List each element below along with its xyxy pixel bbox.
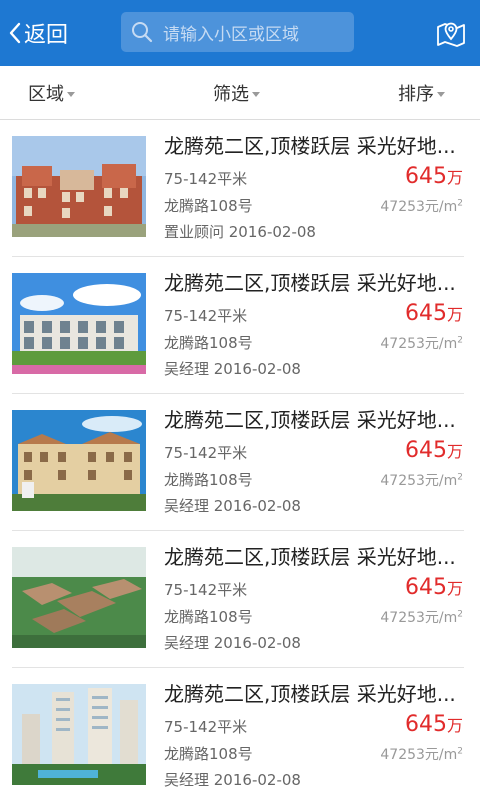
listing-area: 75-142平米 — [164, 170, 248, 188]
listing-address: 龙腾路108号 — [164, 334, 253, 352]
filter-sort-label: 排序 — [398, 83, 434, 105]
top-bar: 返回 请输入小区或区域 — [0, 0, 480, 66]
listing-price: 645万 — [404, 712, 463, 737]
listing-address: 龙腾路108号 — [164, 745, 253, 763]
dropdown-arrow-icon — [252, 91, 260, 97]
filter-sort[interactable]: 排序 — [398, 66, 445, 119]
listing-item[interactable]: 龙腾苑二区,顶楼跃层 采光好地... 75-142平米 龙腾路108号 吴经理 … — [0, 531, 480, 668]
dropdown-arrow-icon — [67, 91, 75, 97]
listing-address: 龙腾路108号 — [164, 608, 253, 626]
listing-area: 75-142平米 — [164, 444, 248, 462]
back-label: 返回 — [24, 23, 69, 48]
listing-agent-date: 吴经理 2016-02-08 — [164, 360, 301, 378]
filter-region[interactable]: 区域 — [28, 66, 75, 119]
listing-price: 645万 — [404, 301, 463, 326]
filter-region-label: 区域 — [28, 83, 64, 105]
filter-screen-label: 筛选 — [213, 83, 249, 105]
property-photo — [12, 684, 146, 785]
map-location-icon[interactable] — [436, 18, 466, 48]
listing-area: 75-142平米 — [164, 718, 248, 736]
filter-bar: 区域 筛选 排序 — [0, 66, 480, 120]
listing-area: 75-142平米 — [164, 307, 248, 325]
listing-unit-price: 47253元/m2 — [380, 198, 463, 215]
property-photo — [12, 410, 146, 511]
listing-unit-price: 47253元/m2 — [380, 609, 463, 626]
back-button[interactable]: 返回 — [8, 16, 68, 50]
search-input[interactable]: 请输入小区或区域 — [121, 12, 354, 52]
listing-title: 龙腾苑二区,顶楼跃层 采光好地... — [164, 545, 456, 569]
listing-agent-date: 吴经理 2016-02-08 — [164, 634, 301, 652]
listing-agent-date: 吴经理 2016-02-08 — [164, 497, 301, 515]
listing-area: 75-142平米 — [164, 581, 248, 599]
listing-unit-price: 47253元/m2 — [380, 472, 463, 489]
search-placeholder: 请输入小区或区域 — [163, 24, 299, 45]
listing-price: 645万 — [404, 575, 463, 600]
listing-address: 龙腾路108号 — [164, 471, 253, 489]
listing-unit-price: 47253元/m2 — [380, 746, 463, 763]
property-photo — [12, 547, 146, 648]
listing-price: 645万 — [404, 164, 463, 189]
search-icon — [132, 22, 153, 43]
listing-price: 645万 — [404, 438, 463, 463]
listing-title: 龙腾苑二区,顶楼跃层 采光好地... — [164, 408, 456, 432]
listing-agent-date: 吴经理 2016-02-08 — [164, 771, 301, 789]
filter-screen[interactable]: 筛选 — [213, 66, 260, 119]
listing-item[interactable]: 龙腾苑二区,顶楼跃层 采光好地... 75-142平米 龙腾路108号 吴经理 … — [0, 257, 480, 394]
dropdown-arrow-icon — [437, 91, 445, 97]
property-photo — [12, 136, 146, 237]
listing-agent-date: 置业顾问 2016-02-08 — [164, 223, 316, 241]
listing-title: 龙腾苑二区,顶楼跃层 采光好地... — [164, 682, 456, 706]
listing-item[interactable]: 龙腾苑二区,顶楼跃层 采光好地... 75-142平米 龙腾路108号 吴经理 … — [0, 394, 480, 531]
listing-unit-price: 47253元/m2 — [380, 335, 463, 352]
property-photo — [12, 273, 146, 374]
listing-item[interactable]: 龙腾苑二区,顶楼跃层 采光好地... 75-142平米 龙腾路108号 吴经理 … — [0, 668, 480, 805]
chevron-left-icon — [9, 22, 21, 44]
listing-title: 龙腾苑二区,顶楼跃层 采光好地... — [164, 271, 456, 295]
listing-item[interactable]: 龙腾苑二区,顶楼跃层 采光好地... 75-142平米 龙腾路108号 置业顾问… — [0, 120, 480, 257]
listing-address: 龙腾路108号 — [164, 197, 253, 215]
listing-title: 龙腾苑二区,顶楼跃层 采光好地... — [164, 134, 456, 158]
